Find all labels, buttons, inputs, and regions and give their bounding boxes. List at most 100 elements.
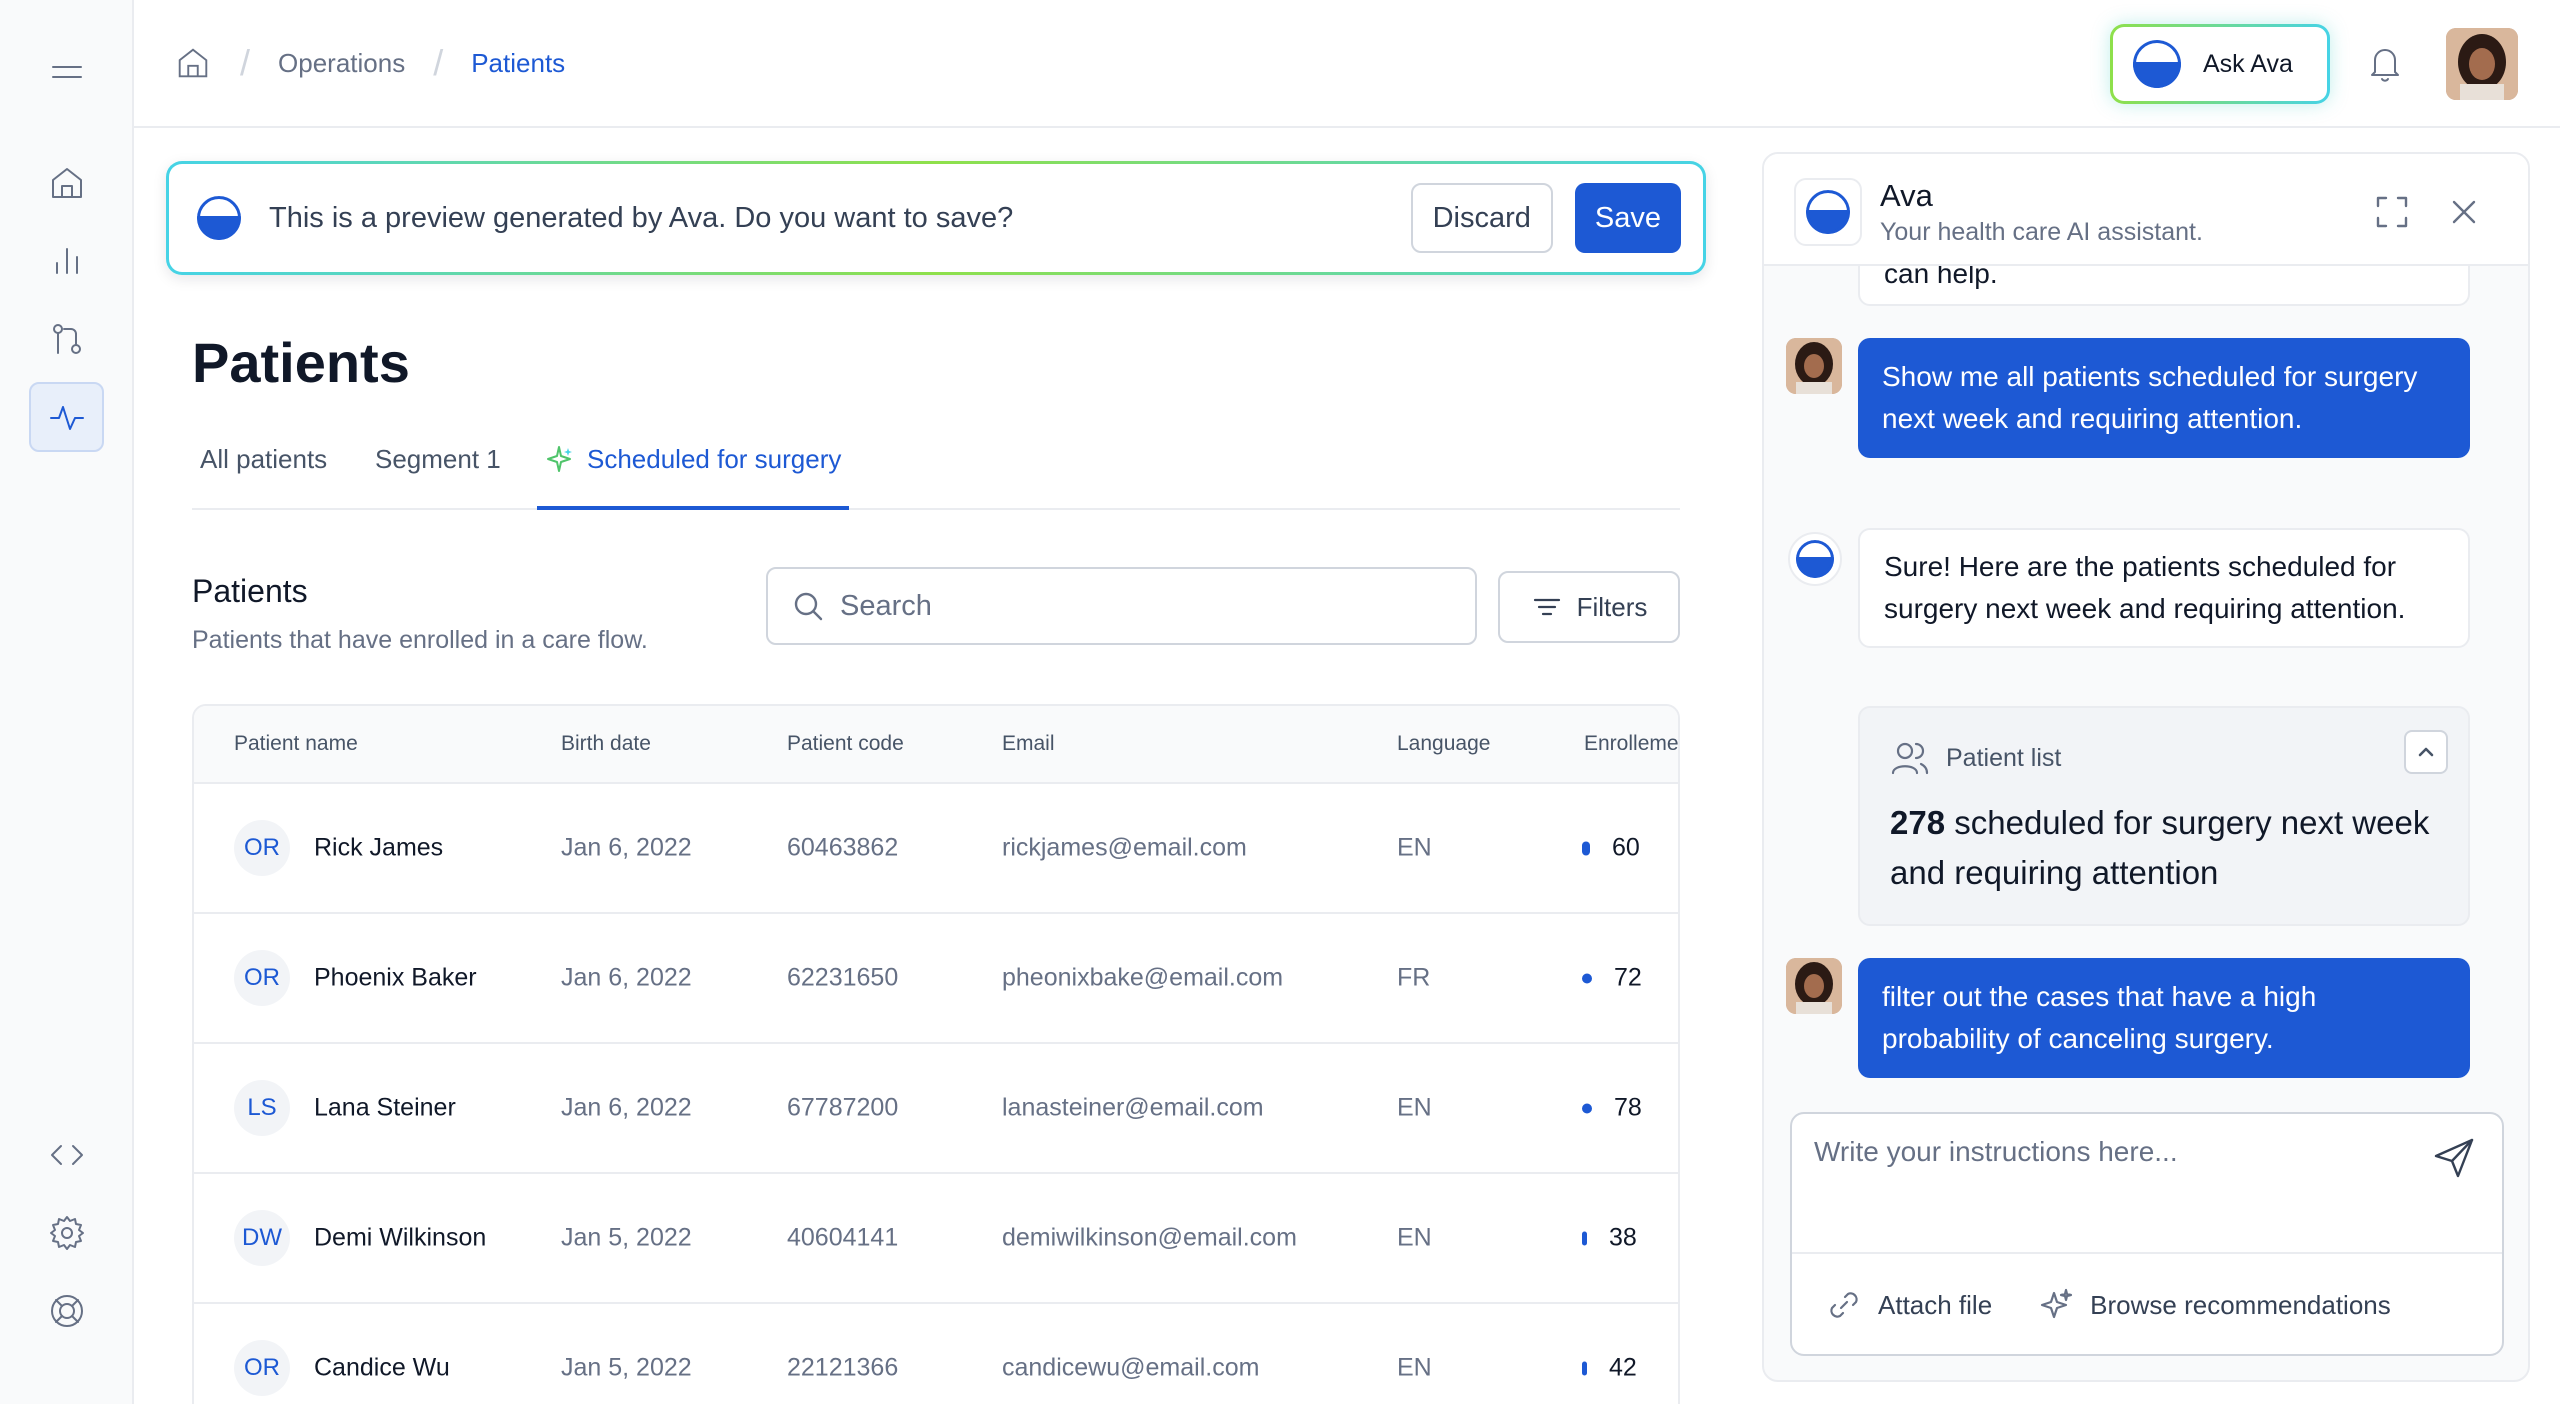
column-header[interactable]: Birth date [561,732,651,756]
enrollment-cell: 60 [1582,834,1640,863]
nav-home[interactable] [29,148,104,218]
patient-list-label: Patient list [1946,743,2062,772]
patient-list-card[interactable]: Patient list 278 scheduled for surgery n… [1858,706,2470,926]
tab-label: Scheduled for surgery [587,444,842,474]
patient-name[interactable]: Rick James [314,834,443,863]
tab-all-patients[interactable]: All patients [200,444,327,510]
column-header[interactable]: Language [1397,732,1490,756]
save-button[interactable]: Save [1574,183,1681,253]
user-avatar [1786,338,1842,394]
bell-icon [2371,49,2399,82]
patient-language: FR [1397,963,1431,992]
user-avatar[interactable] [2446,28,2518,100]
table-row[interactable]: DW Demi Wilkinson Jan 5, 2022 40604141 d… [194,1174,1678,1304]
sparkle-icon [547,446,572,472]
gear-icon [49,1216,84,1250]
patient-count: 278 [1890,804,1946,841]
patient-code: 67787200 [787,1093,899,1122]
table-row[interactable]: OR Phoenix Baker Jan 6, 2022 62231650 ph… [194,914,1678,1044]
close-panel-button[interactable] [2446,194,2482,230]
left-rail [0,0,134,1404]
progress-indicator [1582,841,1590,855]
preview-banner: This is a preview generated by Ava. Do y… [166,161,1706,275]
enrollment-cell: 38 [1582,1224,1637,1253]
menu-button[interactable] [29,38,104,108]
patient-initials: OR [234,1340,290,1396]
patient-code: 60463862 [787,833,899,862]
patient-email: candicewu@email.com [1002,1353,1260,1382]
ava-logo-box [1794,178,1862,246]
search-box[interactable] [766,567,1477,645]
table-row[interactable]: OR Candice Wu Jan 5, 2022 22121366 candi… [194,1304,1678,1404]
search-input[interactable] [840,589,1440,623]
enrollment-cell: 72 [1582,964,1642,993]
nav-support[interactable] [29,1276,104,1346]
enrollment-value: 38 [1609,1223,1637,1252]
ava-logo-icon [2133,40,2181,88]
expand-button[interactable] [2374,194,2410,230]
section-title: Patients [192,573,308,609]
user-photo [1786,958,1842,1014]
chat-message-user: Show me all patients scheduled for surge… [1858,338,2470,458]
patient-email: rickjames@email.com [1002,833,1247,862]
enrollment-value: 72 [1614,963,1642,992]
chat-composer: Attach file Browse recommendations [1790,1112,2504,1356]
table-row[interactable]: OR Rick James Jan 6, 2022 60463862 rickj… [194,784,1678,914]
column-header[interactable]: Patient name [234,732,358,756]
nav-developer[interactable] [29,1120,104,1190]
send-button[interactable] [2432,1136,2476,1180]
discard-button[interactable]: Discard [1410,183,1553,253]
birth-date: Jan 6, 2022 [561,833,692,862]
patient-name[interactable]: Lana Steiner [314,1094,456,1123]
attach-file-button[interactable]: Attach file [1826,1287,1992,1323]
nav-activity[interactable] [29,382,104,452]
code-icon [50,1145,83,1165]
tab-scheduled-for-surgery[interactable]: Scheduled for surgery [537,444,850,510]
column-header[interactable]: Email [1002,732,1055,756]
patient-name[interactable]: Phoenix Baker [314,964,477,993]
sparkle-icon [2041,1288,2073,1319]
patient-list-text: scheduled for surgery next week and requ… [1890,804,2430,891]
patient-initials: DW [234,1210,290,1266]
collapse-button[interactable] [2404,730,2448,774]
patient-name[interactable]: Demi Wilkinson [314,1224,486,1253]
nav-settings[interactable] [29,1198,104,1268]
tab-segment-1[interactable]: Segment 1 [375,444,501,510]
chevron-up-icon [2418,747,2434,757]
ava-logo-icon [1806,190,1850,234]
enrollment-cell: 42 [1582,1354,1637,1383]
progress-indicator [1582,1231,1587,1245]
patient-email: lanasteiner@email.com [1002,1093,1264,1122]
column-header[interactable]: Enrolleme [1584,732,1678,756]
close-icon [2452,200,2476,224]
column-header[interactable]: Patient code [787,732,904,756]
home-icon[interactable] [174,44,212,82]
patients-table: Patient name Birth date Patient code Ema… [192,704,1680,1404]
breadcrumb-operations[interactable]: Operations [278,48,405,79]
nav-flows[interactable] [29,304,104,374]
breadcrumb-separator: / [240,42,251,83]
browse-recommendations-label: Browse recommendations [2090,1289,2391,1320]
breadcrumb-patients[interactable]: Patients [471,48,565,79]
ava-panel-subtitle: Your health care AI assistant. [1880,218,2203,246]
instructions-input[interactable] [1814,1136,2414,1226]
section-subtitle: Patients that have enrolled in a care fl… [192,626,648,654]
patient-language: EN [1397,1223,1432,1252]
filters-button[interactable]: Filters [1498,571,1680,643]
nav-analytics[interactable] [29,226,104,296]
filters-label: Filters [1576,591,1648,622]
patient-name[interactable]: Candice Wu [314,1354,450,1383]
ask-ava-button[interactable]: Ask Ava [2110,24,2330,104]
table-header: Patient name Birth date Patient code Ema… [194,706,1678,784]
ava-logo-icon [197,196,241,240]
browse-recommendations-button[interactable]: Browse recommendations [2038,1287,2391,1323]
ava-logo-icon [1796,540,1834,578]
notifications-button[interactable] [2365,42,2405,84]
chat-message-bot: Sure! Here are the patients scheduled fo… [1858,528,2470,648]
progress-indicator [1582,1361,1587,1375]
user-photo [2446,28,2518,100]
table-row[interactable]: LS Lana Steiner Jan 6, 2022 67787200 lan… [194,1044,1678,1174]
link-icon [1830,1292,1858,1318]
filter-lines-icon [1533,598,1560,616]
patient-initials: LS [234,1080,290,1136]
